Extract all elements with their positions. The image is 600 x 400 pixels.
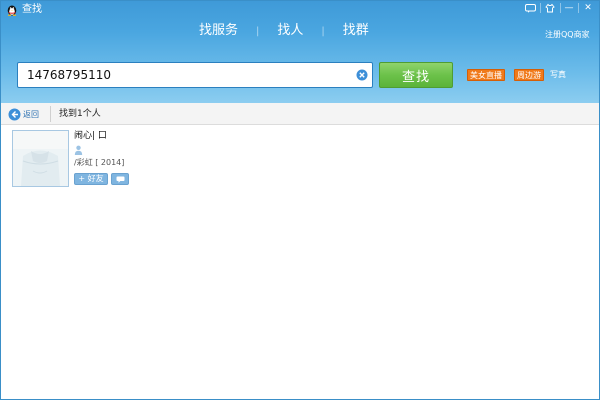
result-nickname[interactable]: 闹心| 口 [74,131,107,142]
result-location: /彩虹 [ 2014] [74,158,125,167]
feedback-button[interactable] [520,1,540,15]
skin-button[interactable] [540,1,560,15]
back-label: 返回 [23,109,39,119]
search-button[interactable]: 查找 [379,62,453,88]
back-arrow-icon [8,108,21,120]
tag-beauty-live[interactable]: 美女直播 [467,69,505,81]
back-button[interactable]: 返回 [8,107,39,121]
title-bar: 查找 — ✕ [1,1,599,19]
add-friend-button[interactable]: + 好友 [74,173,108,185]
tab-divider: | [321,25,325,37]
search-tabs: 找服务 | 找人 | 找群 [199,21,369,41]
tab-find-group[interactable]: 找群 [343,21,369,41]
tab-find-service[interactable]: 找服务 [199,21,238,41]
tag-nearby-travel[interactable]: 周边游 [514,69,544,81]
result-count: 找到1个人 [59,109,101,119]
close-icon: ✕ [584,3,592,13]
minimize-icon: — [564,3,574,13]
avatar[interactable] [12,130,69,187]
minimize-button[interactable]: — [560,1,578,15]
register-merchant-link[interactable]: 注册QQ商家 [545,29,590,40]
avatar-photo-icon [13,131,68,186]
close-button[interactable]: ✕ [578,1,598,15]
tab-find-people[interactable]: 找人 [277,21,303,41]
user-gender-icon [74,145,83,155]
list-item: 闹心| 口 /彩虹 [ 2014] + 好友 [11,129,141,189]
window-title: 查找 [22,4,42,15]
feedback-icon [524,3,536,13]
header: 查找 — ✕ 找服务 | 找人 | 找群 注册QQ商家 14768795110 … [1,1,599,103]
search-input[interactable] [27,67,347,83]
skin-icon [545,3,555,13]
results-toolbar: 返回 找到1个人 [1,103,599,125]
qq-penguin-icon [7,5,17,16]
clear-icon[interactable] [356,69,368,81]
tab-divider: | [256,25,260,37]
photo-link[interactable]: 写真 [550,69,566,81]
toolbar-divider [50,106,51,122]
find-window: 查找 — ✕ 找服务 | 找人 | 找群 注册QQ商家 14768795110 … [0,0,600,400]
send-message-button[interactable] [111,173,129,185]
search-box[interactable] [17,62,373,88]
chat-bubble-icon [116,176,124,183]
